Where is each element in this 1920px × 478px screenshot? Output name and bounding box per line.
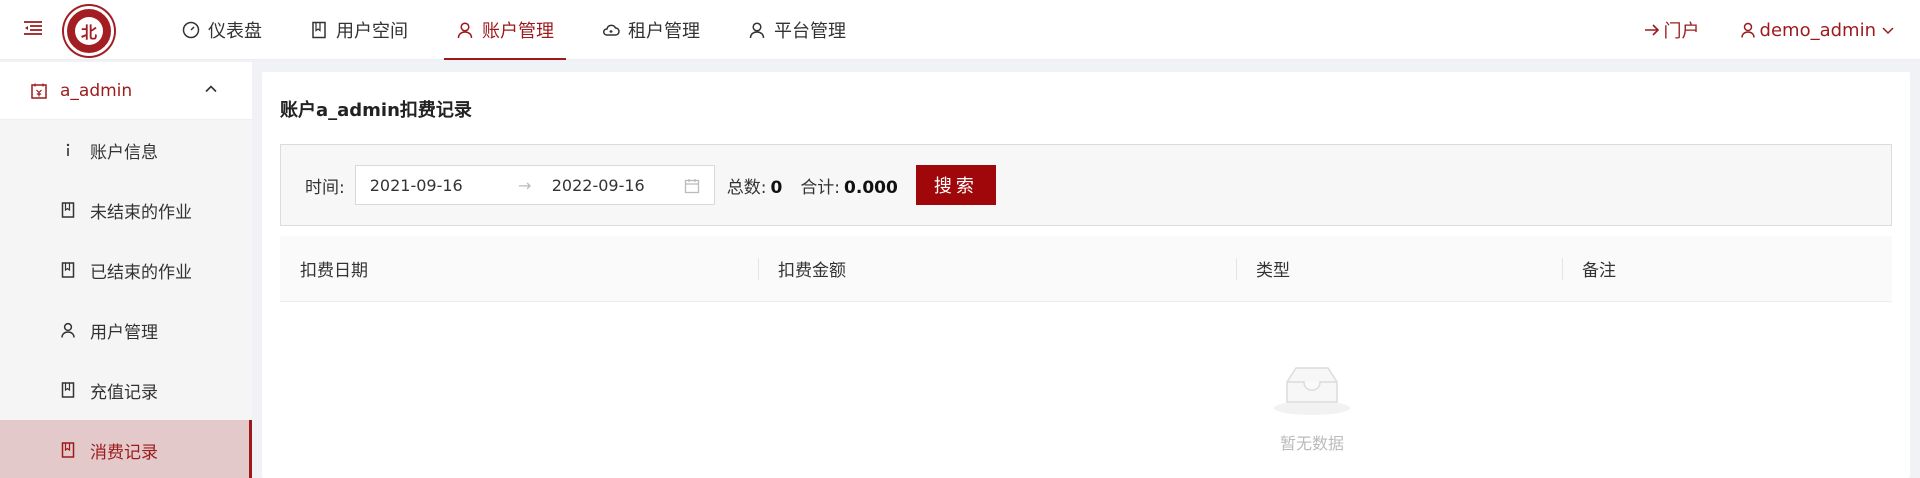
info-icon [66, 143, 70, 156]
filter-bar: 时间: 2021-09-16 → 2022-09-16 总数: 0 合计: 0.00… [280, 144, 1892, 226]
university-logo[interactable]: 北 [64, 6, 114, 56]
sidebar-group-a-admin[interactable]: a_admin [0, 62, 252, 120]
chevron-up-icon[interactable] [204, 82, 218, 96]
sidebar-item-running-jobs[interactable]: 未结束的作业 [0, 180, 252, 240]
menu-fold-icon[interactable] [24, 21, 42, 37]
total-count: 总数: 0 [727, 173, 789, 198]
sidebar-item-consumption-records[interactable]: 消费记录 [0, 420, 252, 478]
sidebar-item-recharge-records[interactable]: 充值记录 [0, 360, 252, 420]
total-count-value: 0 [770, 177, 783, 198]
header-actions: 门户 demo_admin [1644, 0, 1896, 60]
sidebar-group-label: a_admin [60, 80, 133, 101]
end-date-input[interactable]: 2022-09-16 [552, 176, 692, 195]
sidebar-item-label: 已结束的作业 [90, 262, 192, 283]
user-name: demo_admin [1759, 19, 1876, 41]
nav-user-space-label: 用户空间 [336, 21, 408, 42]
date-range-picker[interactable]: 2021-09-16 → 2022-09-16 [354, 165, 715, 205]
time-label: 时间: [305, 177, 345, 198]
nav-account-management-label: 账户管理 [482, 21, 554, 42]
portal-label: 门户 [1663, 21, 1700, 42]
book-icon [61, 262, 75, 278]
search-button[interactable]: 搜索 [915, 165, 996, 205]
nav-dashboard[interactable]: 仪表盘 [170, 0, 274, 60]
book-icon [312, 21, 326, 39]
top-nav: 仪表盘 用户空间 账户管理 租户管理 平台管理 [170, 0, 882, 60]
start-date-input[interactable]: 2021-09-16 [370, 176, 510, 195]
sidebar-item-finished-jobs[interactable]: 已结束的作业 [0, 240, 252, 300]
nav-account-management[interactable]: 账户管理 [444, 0, 566, 60]
total-sum: 合计: 0.000 [800, 173, 904, 198]
sidebar-item-label: 未结束的作业 [90, 202, 192, 223]
sidebar-item-label: 充值记录 [90, 382, 158, 403]
column-header-deduction-date[interactable]: 扣费日期 [280, 236, 758, 302]
column-header-deduction-amount[interactable]: 扣费金额 [758, 236, 1236, 302]
sidebar-item-label: 用户管理 [90, 322, 158, 343]
empty-text: 暂无数据 [1279, 434, 1344, 453]
main-content: 账户a_admin扣费记录 时间: 2021-09-16 → 2022-09-1… [262, 72, 1910, 478]
book-icon [61, 202, 75, 218]
nav-platform-management-label: 平台管理 [774, 21, 846, 42]
column-header-remark[interactable]: 备注 [1562, 236, 1892, 302]
arrow-right-icon [1644, 24, 1659, 36]
user-menu[interactable]: demo_admin [1740, 20, 1896, 41]
chevron-down-icon [1882, 27, 1894, 35]
sidebar: a_admin 账户信息 未结束的作业 已结束的作业 用户管理 充值记录 消费记… [0, 62, 252, 478]
user-icon [61, 322, 75, 338]
nav-tenant-management[interactable]: 租户管理 [590, 0, 712, 60]
cloud-icon [603, 24, 620, 36]
book-icon [61, 442, 75, 458]
user-icon [1740, 22, 1755, 38]
dashboard-icon [182, 21, 200, 39]
empty-state: 暂无数据 [1262, 362, 1362, 454]
total-sum-label: 合计: [800, 177, 841, 198]
sidebar-submenu: 账户信息 未结束的作业 已结束的作业 用户管理 充值记录 消费记录 [0, 120, 252, 478]
account-book-icon [31, 83, 47, 99]
user-icon [457, 22, 473, 39]
logo-mark: 北 [75, 17, 103, 45]
total-count-label: 总数: [726, 177, 767, 198]
top-header: 北 仪表盘 用户空间 账户管理 租户管理 平台管理 门户 demo_admin [0, 0, 1920, 60]
nav-platform-management[interactable]: 平台管理 [736, 0, 858, 60]
range-arrow: → [518, 175, 532, 195]
empty-inbox-icon [1274, 367, 1350, 415]
sidebar-item-user-management[interactable]: 用户管理 [0, 300, 252, 360]
nav-user-space[interactable]: 用户空间 [298, 0, 420, 60]
column-header-type[interactable]: 类型 [1236, 236, 1562, 302]
table-header: 扣费日期 扣费金额 类型 备注 [280, 236, 1892, 302]
calendar-icon [684, 179, 699, 194]
nav-dashboard-label: 仪表盘 [208, 21, 262, 42]
sidebar-item-label: 账户信息 [90, 142, 158, 163]
sidebar-item-label: 消费记录 [90, 442, 158, 463]
user-icon [749, 22, 765, 39]
portal-link[interactable]: 门户 [1644, 17, 1700, 43]
book-icon [61, 382, 75, 398]
nav-tenant-management-label: 租户管理 [628, 21, 700, 42]
total-sum-value: 0.000 [844, 177, 898, 198]
sidebar-item-account-info[interactable]: 账户信息 [0, 120, 252, 180]
page-title: 账户a_admin扣费记录 [280, 100, 472, 121]
